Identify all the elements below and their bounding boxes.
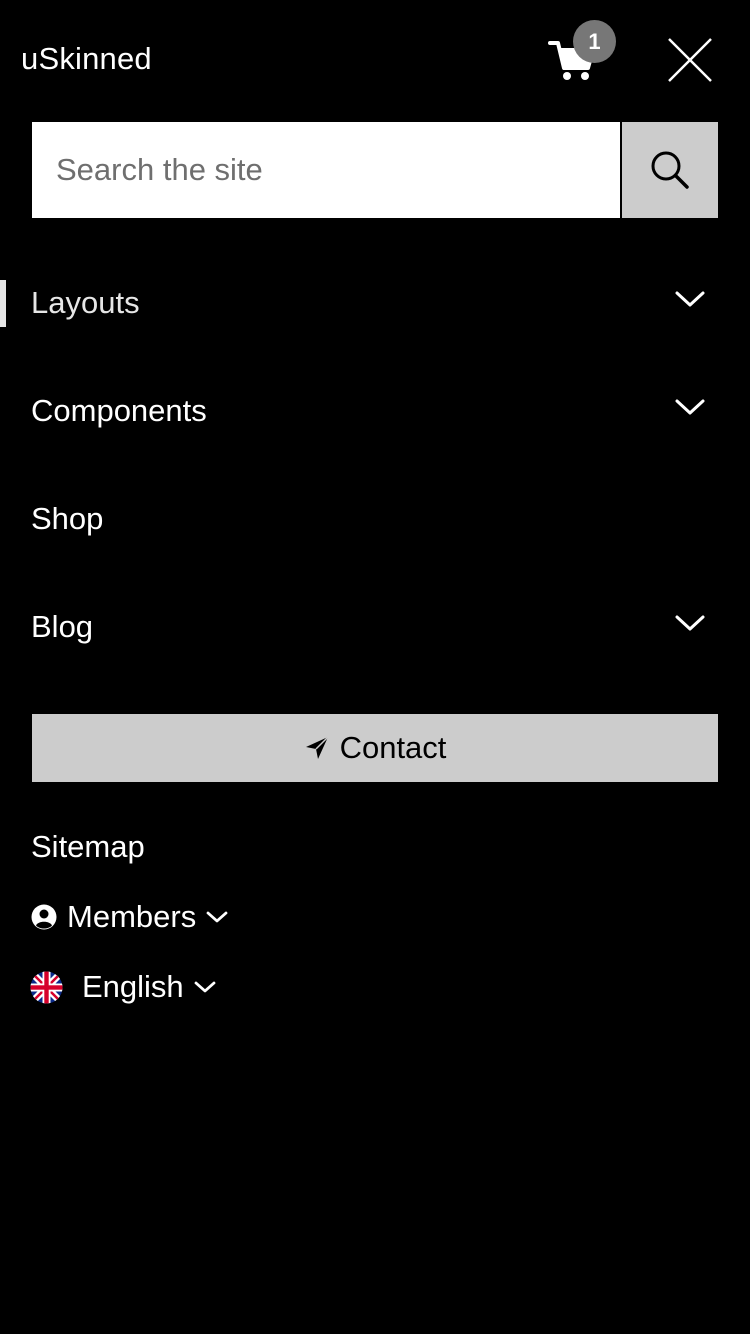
user-circle-icon <box>31 904 57 930</box>
active-indicator <box>0 280 6 327</box>
contact-button[interactable]: Contact <box>32 714 718 782</box>
sitemap-link[interactable]: Sitemap <box>31 828 145 866</box>
contact-label: Contact <box>339 730 447 765</box>
language-selector[interactable]: English <box>30 968 216 1006</box>
nav-item-components[interactable]: Components <box>0 357 750 465</box>
search-input[interactable] <box>32 122 620 218</box>
members-dropdown[interactable]: Members <box>31 898 228 936</box>
chevron-down-icon[interactable] <box>674 397 706 417</box>
language-label: English <box>82 969 184 1004</box>
search-button[interactable] <box>622 122 718 218</box>
nav-item-label: Blog <box>31 609 94 644</box>
nav-item-label: Shop <box>31 501 104 536</box>
uk-flag-icon <box>30 971 63 1003</box>
nav-item-shop[interactable]: Shop <box>0 465 750 573</box>
search-icon <box>651 151 689 189</box>
brand-logo[interactable]: uSkinned <box>21 40 152 78</box>
members-label: Members <box>67 899 197 934</box>
close-menu-button[interactable] <box>666 36 714 84</box>
close-icon <box>668 38 712 82</box>
chevron-down-icon[interactable] <box>674 289 706 309</box>
main-nav: Layouts Components Shop Blog <box>0 249 750 681</box>
header: uSkinned 1 <box>0 0 750 120</box>
chevron-down-icon <box>206 911 228 923</box>
cart-count-badge: 1 <box>573 20 616 63</box>
nav-item-blog[interactable]: Blog <box>0 573 750 681</box>
nav-item-label: Components <box>31 393 207 428</box>
chevron-down-icon <box>194 981 216 993</box>
search-form <box>32 122 718 218</box>
sitemap-label: Sitemap <box>31 829 145 864</box>
nav-item-label: Layouts <box>31 285 140 320</box>
chevron-down-icon[interactable] <box>674 613 706 633</box>
paper-plane-icon <box>305 736 329 759</box>
nav-item-layouts[interactable]: Layouts <box>0 249 750 357</box>
